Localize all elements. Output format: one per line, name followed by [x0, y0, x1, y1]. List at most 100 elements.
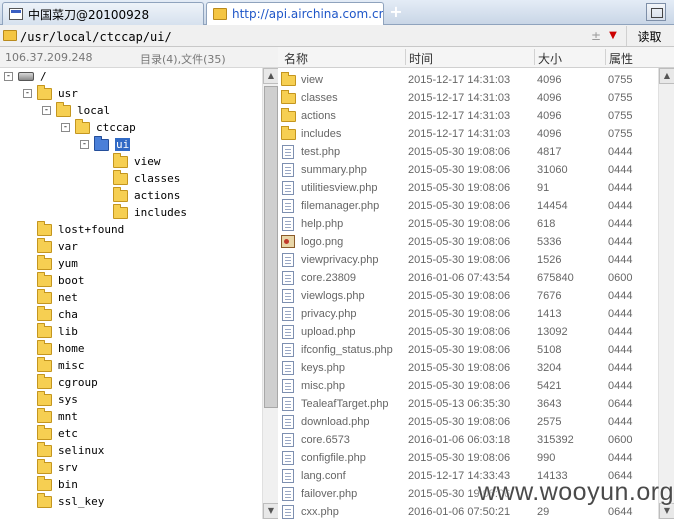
path-bar: ± ▼ 读取 [0, 25, 674, 47]
tree-node[interactable]: actions [99, 186, 180, 204]
tree-node[interactable]: boot [23, 271, 85, 289]
tree-node[interactable]: net [23, 288, 78, 306]
column-divider[interactable] [405, 49, 406, 65]
file-row[interactable]: core.23809 2016-01-06 07:43:54 675840 0600 [278, 269, 658, 287]
tree-node[interactable]: classes [99, 169, 180, 187]
tree-node[interactable]: - usr [23, 84, 78, 102]
file-row[interactable]: viewprivacy.php 2015-05-30 19:08:06 1526 04… [278, 251, 658, 269]
tree-node[interactable]: yum [23, 254, 78, 272]
file-perm: 0444 [608, 452, 633, 464]
tree-scrollbar[interactable]: ▲ ▼ [262, 68, 279, 519]
collapse-toggle-icon[interactable]: - [42, 106, 51, 115]
file-row[interactable]: filemanager.php 2015-05-30 19:08:06 14454 0… [278, 197, 658, 215]
file-name: failover.php [301, 488, 358, 500]
updown-icon[interactable]: ± [589, 28, 603, 44]
scroll-thumb[interactable] [264, 86, 278, 408]
tree-node[interactable]: sys [23, 390, 78, 408]
collapse-toggle-icon[interactable]: - [4, 72, 13, 81]
file-row[interactable]: keys.php 2015-05-30 19:08:06 3204 0444 [278, 359, 658, 377]
scroll-up-icon[interactable]: ▲ [659, 68, 674, 84]
tree-node[interactable]: mnt [23, 407, 78, 425]
tree-node[interactable]: etc [23, 424, 78, 442]
file-perm: 0644 [608, 398, 633, 410]
file-name: TealeafTarget.php [301, 398, 389, 410]
column-perm[interactable]: 属性 [609, 50, 633, 67]
file-name: includes [301, 128, 342, 140]
file-perm: 0444 [608, 380, 633, 392]
chevron-down-icon[interactable]: ▼ [606, 28, 620, 44]
tree-node[interactable]: cha [23, 305, 78, 323]
tab-chopper[interactable]: 中国菜刀@20100928 [2, 2, 204, 25]
file-row[interactable]: logo.png 2015-05-30 19:08:06 5336 0444 [278, 233, 658, 251]
column-divider[interactable] [605, 49, 606, 65]
tree-node[interactable]: - local [42, 101, 110, 119]
file-perm: 0444 [608, 182, 633, 194]
column-time[interactable]: 时间 [409, 50, 433, 67]
tree-node[interactable]: cgroup [23, 373, 98, 391]
file-row[interactable]: ifconfig_status.php 2015-05-30 19:08:06 51… [278, 341, 658, 359]
file-row[interactable]: actions 2015-12-17 14:31:03 4096 0755 [278, 107, 658, 125]
tree-node-label: yum [58, 257, 78, 270]
tree-node[interactable]: misc [23, 356, 85, 374]
collapse-toggle-icon[interactable]: - [80, 140, 89, 149]
collapse-toggle-icon[interactable]: - [23, 89, 32, 98]
tree-node[interactable]: - ctccap [61, 118, 136, 136]
file-perm: 0444 [608, 200, 633, 212]
folder-icon [37, 254, 52, 270]
tree-node[interactable]: - ui [80, 135, 131, 153]
file-perm: 0444 [608, 218, 633, 230]
file-row[interactable]: help.php 2015-05-30 19:08:06 618 0444 [278, 215, 658, 233]
file-name: ifconfig_status.php [301, 344, 393, 356]
file-row[interactable]: upload.php 2015-05-30 19:08:06 13092 0444 [278, 323, 658, 341]
file-row[interactable]: TealeafTarget.php 2015-05-13 06:35:30 3643… [278, 395, 658, 413]
column-size[interactable]: 大小 [538, 50, 562, 67]
path-input[interactable] [20, 28, 586, 45]
tree-node[interactable]: var [23, 237, 78, 255]
tree-node[interactable]: lost+found [23, 220, 124, 238]
file-row[interactable]: utilitiesview.php 2015-05-30 19:08:06 91 04… [278, 179, 658, 197]
window-toggle-icon[interactable] [646, 3, 666, 21]
file-time: 2015-05-30 19:08:06 [408, 164, 511, 176]
scroll-down-icon[interactable]: ▼ [263, 503, 279, 519]
column-divider[interactable] [534, 49, 535, 65]
folder-icon [113, 186, 128, 202]
tree-node-label: selinux [58, 444, 105, 457]
file-row[interactable]: summary.php 2015-05-30 19:08:06 31060 0444 [278, 161, 658, 179]
file-list-scrollbar[interactable]: ▲ ▼ [658, 68, 674, 519]
file-row[interactable]: view 2015-12-17 14:31:03 4096 0755 [278, 71, 658, 89]
file-time: 2016-01-06 06:03:18 [408, 434, 511, 446]
file-row[interactable]: viewlogs.php 2015-05-30 19:08:06 7676 0444 [278, 287, 658, 305]
folder-icon [37, 322, 52, 338]
file-row[interactable]: download.php 2015-05-30 19:08:06 2575 0444 [278, 413, 658, 431]
file-row[interactable]: includes 2015-12-17 14:31:03 4096 0755 [278, 125, 658, 143]
tree-node[interactable]: home [23, 339, 85, 357]
folder-icon [37, 373, 52, 389]
folder-icon [37, 407, 52, 423]
tree-node[interactable]: lib [23, 322, 78, 340]
tab-target-site[interactable]: http://api.airchina.com.cn:17... [206, 2, 384, 25]
column-name[interactable]: 名称 [284, 50, 308, 67]
tree-node[interactable]: selinux [23, 441, 105, 459]
tree-node[interactable]: includes [99, 203, 187, 221]
file-row[interactable]: misc.php 2015-05-30 19:08:06 5421 0444 [278, 377, 658, 395]
tree-node[interactable]: view [99, 152, 161, 170]
file-perm: 0444 [608, 344, 633, 356]
file-time: 2015-05-30 19:08:06 [408, 182, 511, 194]
file-size: 14454 [537, 200, 568, 212]
file-row[interactable]: configfile.php 2015-05-30 19:08:06 990 0444 [278, 449, 658, 467]
file-row[interactable]: core.6573 2016-01-06 06:03:18 315392 0600 [278, 431, 658, 449]
tree-node[interactable]: srv [23, 458, 78, 476]
collapse-toggle-icon[interactable]: - [61, 123, 70, 132]
scroll-up-icon[interactable]: ▲ [263, 68, 279, 84]
file-row[interactable]: test.php 2015-05-30 19:08:06 4817 0444 [278, 143, 658, 161]
file-name: lang.conf [301, 470, 346, 482]
new-tab-button[interactable]: + [388, 4, 404, 20]
file-row[interactable]: privacy.php 2015-05-30 19:08:06 1413 0444 [278, 305, 658, 323]
read-button[interactable]: 读取 [626, 26, 672, 46]
tree-node-label: cha [58, 308, 78, 321]
tree-node[interactable]: - / [4, 68, 47, 85]
tree-node[interactable]: ssl_key [23, 492, 104, 510]
tree-node[interactable]: bin [23, 475, 78, 493]
file-size: 5336 [537, 236, 562, 248]
file-row[interactable]: classes 2015-12-17 14:31:03 4096 0755 [278, 89, 658, 107]
